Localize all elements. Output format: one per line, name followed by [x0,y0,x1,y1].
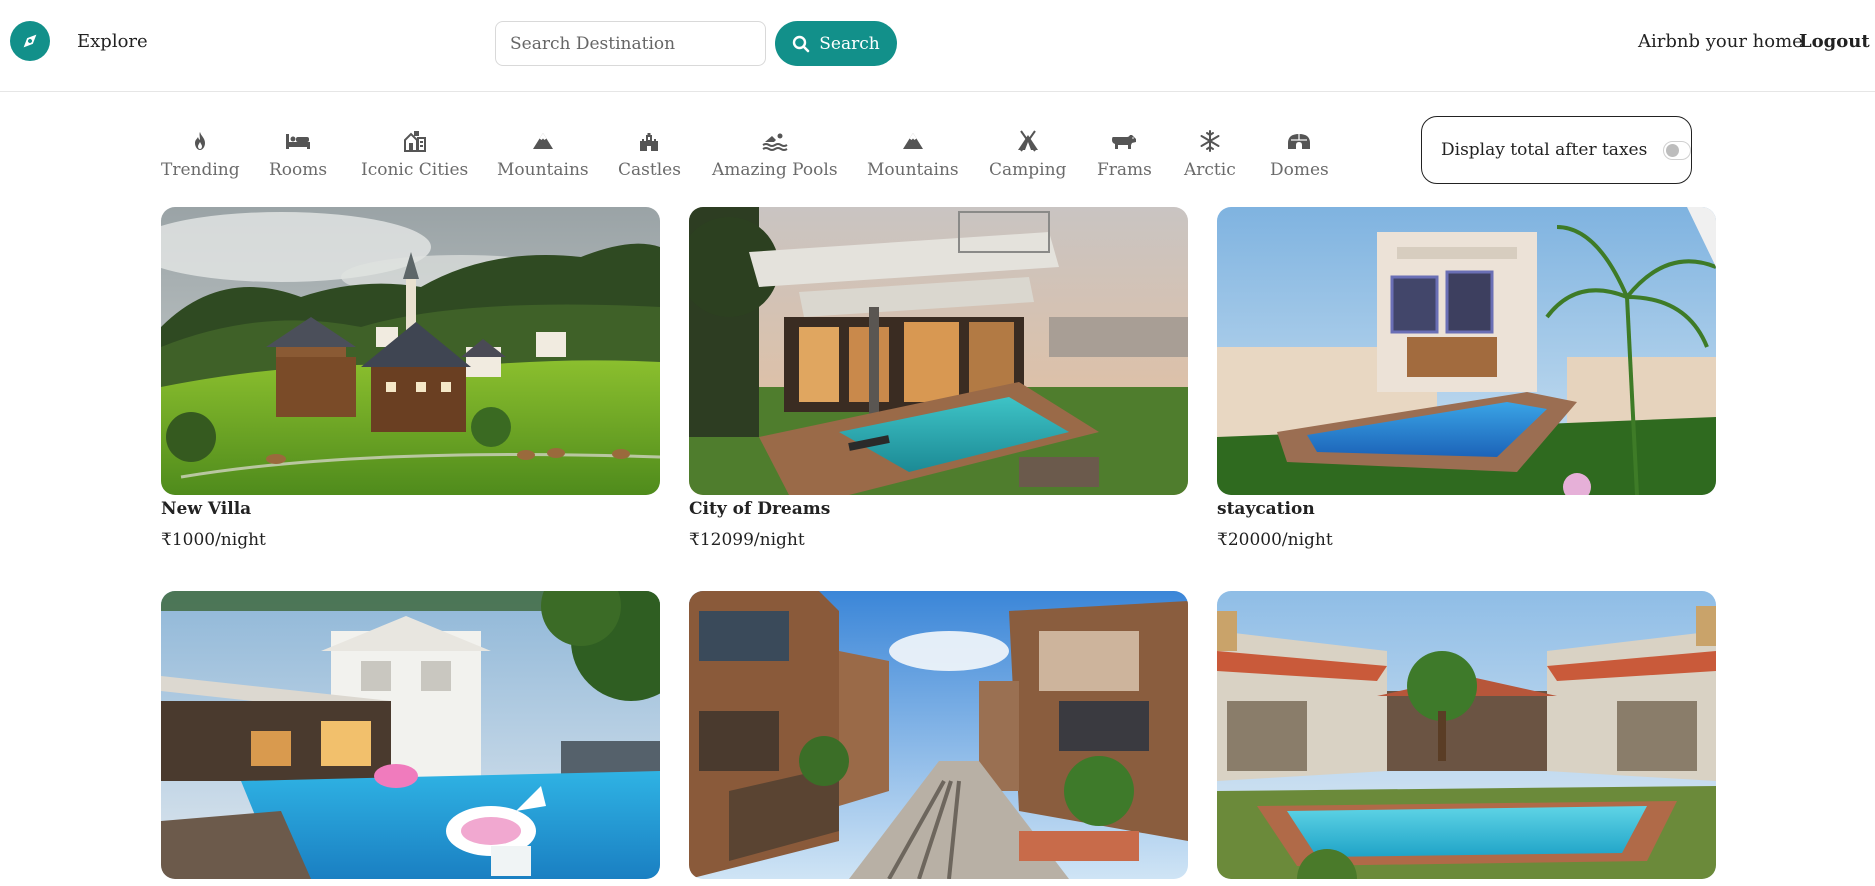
airbnb-your-home-link[interactable]: Airbnb your home [1638,31,1803,52]
listing-card[interactable]: New Villa ₹1000/night [161,207,660,550]
listing-image [161,207,660,495]
listing-card[interactable] [1217,591,1716,886]
filter-camping[interactable]: Camping [989,128,1066,180]
filter-label: Domes [1270,160,1329,180]
nav-explore-link[interactable]: Explore [77,31,148,52]
search-button-label: Search [819,33,880,54]
filter-label: Iconic Cities [361,160,469,180]
search-icon [793,35,810,52]
snowflake-icon [1200,130,1220,152]
filter-label: Rooms [269,160,328,180]
listing-card[interactable]: City of Dreams ₹12099/night [689,207,1188,550]
logout-link[interactable]: Logout [1799,31,1870,52]
filter-mountains[interactable]: Mountains [497,128,589,180]
listing-title: City of Dreams [689,499,831,519]
listing-price: ₹20000/night [1217,530,1333,550]
listing-image [689,207,1188,495]
listing-price: ₹12099/night [689,530,805,550]
fire-icon [195,132,206,150]
navbar: Explore Search Airbnb your home Logout [0,0,1875,92]
filter-amazing-pools[interactable]: Amazing Pools [712,128,838,180]
filter-label: Amazing Pools [712,160,838,180]
filter-arctic[interactable]: Arctic [1184,128,1236,180]
filter-label: Camping [989,160,1067,180]
listing-image [1217,591,1716,879]
swimmer-icon [762,133,788,151]
filter-label: Mountains [867,160,959,180]
listing-image [161,591,660,879]
listing-image [1217,207,1716,495]
filter-label: Arctic [1184,160,1236,180]
filter-mountains-2[interactable]: Mountains [867,128,959,180]
mountain-icon [532,133,553,149]
tax-toggle-label: Display total after taxes [1441,140,1648,160]
listing-card[interactable]: staycation ₹20000/night [1217,207,1716,550]
castle-icon [640,133,659,151]
filter-label: Mountains [497,160,589,180]
bed-icon [286,134,311,149]
filter-label: Trending [161,160,240,180]
listing-title: New Villa [161,499,252,519]
filter-iconic-cities[interactable]: Iconic Cities [361,128,468,180]
listing-card[interactable] [161,591,660,886]
search-button[interactable]: Search [775,21,897,66]
search-destination-input[interactable] [495,21,766,66]
filter-frams[interactable]: Frams [1097,128,1152,180]
cow-icon [1112,135,1137,149]
filter-label: Castles [618,160,681,180]
filter-castles[interactable]: Castles [618,128,681,180]
listing-price: ₹1000/night [161,530,266,550]
compass-logo-icon[interactable] [10,21,50,61]
tent-icon [1017,130,1038,152]
filter-trending[interactable]: Trending [161,128,240,180]
filter-rooms[interactable]: Rooms [269,128,327,180]
filter-domes[interactable]: Domes [1270,128,1329,180]
listing-title: staycation [1217,499,1315,519]
listing-image [689,591,1188,879]
mountain-icon [902,133,923,149]
filter-label: Frams [1097,160,1152,180]
tax-toggle-box: Display total after taxes [1421,116,1692,184]
listing-card[interactable] [689,591,1188,886]
tax-toggle-switch[interactable] [1663,140,1691,160]
city-icon [403,131,426,152]
igloo-icon [1288,134,1311,149]
